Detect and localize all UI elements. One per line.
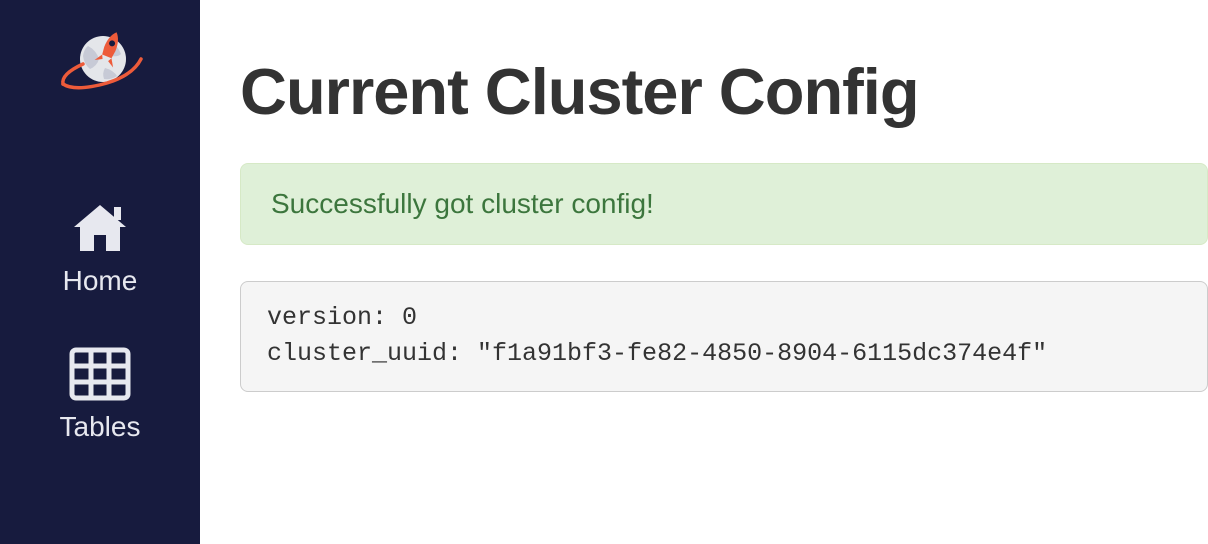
page-title: Current Cluster Config [240,54,1208,129]
main-content: Current Cluster Config Successfully got … [200,0,1208,544]
app-logo [55,26,145,109]
sidebar-item-home[interactable]: Home [0,199,200,297]
alert-message: Successfully got cluster config! [271,188,654,219]
success-alert: Successfully got cluster config! [240,163,1208,245]
home-icon [70,199,130,257]
table-icon [69,345,131,403]
sidebar-item-label: Home [63,265,138,297]
sidebar: Home Tables [0,0,200,544]
sidebar-item-tables[interactable]: Tables [0,345,200,443]
config-output: version: 0 cluster_uuid: "f1a91bf3-fe82-… [240,281,1208,392]
sidebar-item-label: Tables [60,411,141,443]
